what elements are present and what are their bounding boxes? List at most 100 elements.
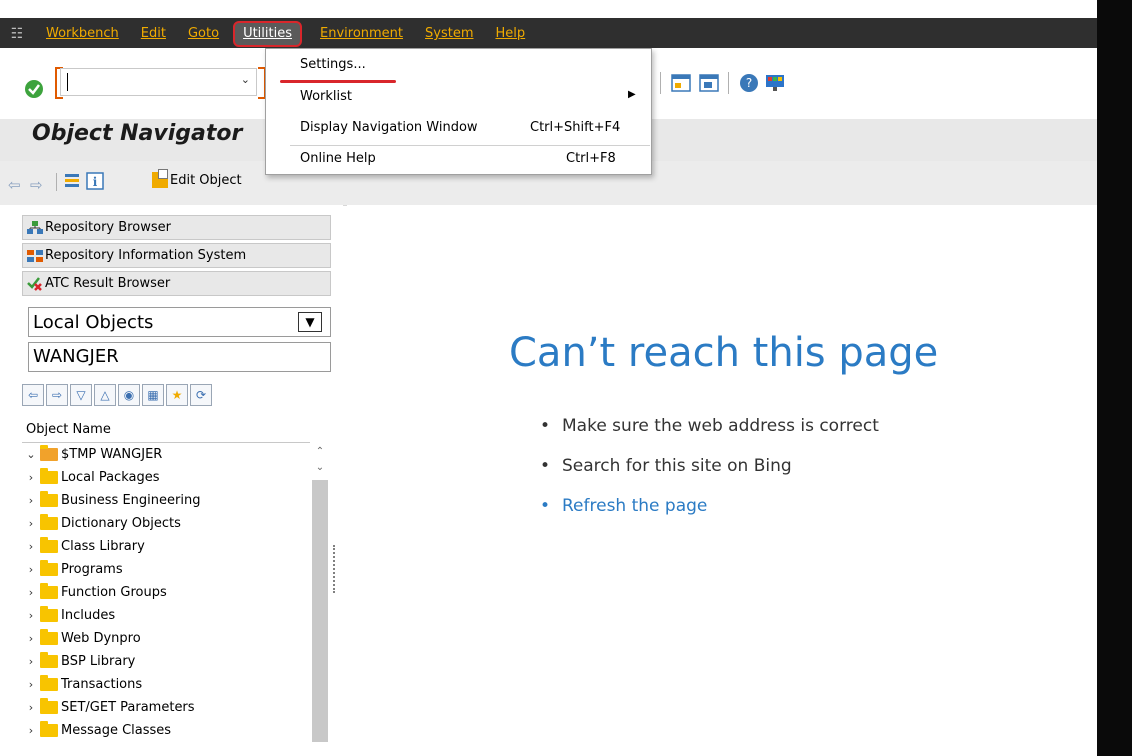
folder-icon — [40, 537, 58, 553]
tree-node-label: Class Library — [61, 539, 145, 554]
toolbar-separator — [660, 72, 661, 94]
shortcut-icon[interactable] — [698, 72, 720, 94]
chevron-right-icon[interactable]: › — [22, 540, 40, 553]
menu-item-online-help[interactable]: Online Help — [300, 151, 376, 166]
menu-item-settings[interactable]: Settings... — [300, 57, 366, 72]
tree-root[interactable]: ⌄ $TMP WANGJER — [22, 443, 312, 466]
toolbar-separator — [56, 173, 57, 191]
folder-icon — [40, 468, 58, 484]
tree-column-header: Object Name — [22, 418, 310, 443]
refresh-link-text[interactable]: Refresh the page — [562, 496, 707, 516]
menu-workbench[interactable]: Workbench — [34, 20, 129, 48]
menu-environment[interactable]: Environment — [308, 20, 413, 48]
tree-node[interactable]: › Business Engineering — [22, 489, 312, 512]
folder-icon — [40, 675, 58, 691]
tab-repository-information-system[interactable]: Repository Information System — [22, 243, 331, 268]
object-type-value: Local Objects — [33, 311, 154, 333]
menu-help[interactable]: Help — [484, 20, 536, 48]
shortcut-text: Ctrl+F8 — [566, 151, 616, 166]
bullet-icon: • — [540, 456, 551, 476]
tree-scrollbar[interactable]: ⌃ ⌄ — [312, 446, 328, 742]
chevron-down-icon[interactable]: ⌄ — [22, 448, 40, 461]
menu-system[interactable]: System — [413, 20, 483, 48]
favorites-star-icon[interactable]: ★ — [166, 384, 188, 406]
chevron-right-icon[interactable]: › — [22, 655, 40, 668]
pane-splitter[interactable] — [333, 545, 339, 593]
tab-atc-result-browser[interactable]: ATC Result Browser — [22, 271, 331, 296]
tree-node[interactable]: › Transactions — [22, 673, 312, 696]
chevron-right-icon[interactable]: › — [22, 724, 40, 737]
forward-arrow-icon[interactable]: ⇨ — [46, 384, 68, 406]
tree-node[interactable]: › Class Library — [22, 535, 312, 558]
window-edge — [1097, 0, 1132, 756]
shortcut-text: Ctrl+Shift+F4 — [530, 120, 621, 135]
chevron-right-icon[interactable]: › — [22, 609, 40, 622]
expand-icon[interactable]: ▽ — [70, 384, 92, 406]
ok-check-icon[interactable] — [24, 79, 44, 99]
error-bullet: • Make sure the web address is correct — [540, 416, 879, 436]
command-field[interactable]: ⌄ — [60, 68, 257, 96]
find-binoculars-icon[interactable]: ◉ — [118, 384, 140, 406]
chevron-right-icon[interactable]: › — [22, 517, 40, 530]
menu-goto[interactable]: Goto — [176, 20, 229, 48]
help-icon[interactable]: ? — [738, 72, 760, 94]
chevron-right-icon[interactable]: › — [22, 563, 40, 576]
page-title: Object Navigator — [32, 121, 243, 146]
menu-utilities[interactable]: Utilities — [233, 21, 302, 47]
tree-node-label: Transactions — [61, 677, 143, 692]
tree-node[interactable]: › Web Dynpro — [22, 627, 312, 650]
tree-node-label: SET/GET Parameters — [61, 700, 195, 715]
back-arrow-icon[interactable]: ⇦ — [8, 176, 21, 194]
bullet-icon: • — [540, 416, 551, 436]
back-arrow-icon[interactable]: ⇦ — [22, 384, 44, 406]
collapse-icon[interactable]: △ — [94, 384, 116, 406]
tree-node[interactable]: › SET/GET Parameters — [22, 696, 312, 719]
chevron-right-icon[interactable]: › — [22, 494, 40, 507]
folder-icon — [40, 629, 58, 645]
text-caret — [67, 73, 68, 91]
tree-node-label: Includes — [61, 608, 116, 623]
tab-label: Repository Information System — [45, 248, 247, 263]
tree-node[interactable]: › Dictionary Objects — [22, 512, 312, 535]
new-session-icon[interactable] — [670, 72, 692, 94]
submenu-arrow-icon: ▶ — [628, 89, 636, 100]
hierarchy-icon[interactable] — [63, 172, 81, 190]
chevron-right-icon[interactable]: › — [22, 632, 40, 645]
folder-icon — [40, 514, 58, 530]
edit-object-button[interactable]: Edit Object — [152, 169, 242, 188]
scroll-up-icon[interactable]: ⌃ — [312, 446, 328, 460]
menu-row: ☷ Workbench Edit Goto Utilities Environm… — [0, 20, 1097, 48]
browser-content-pane — [347, 205, 1097, 756]
tree-node[interactable]: › Includes — [22, 604, 312, 627]
menu-edit[interactable]: Edit — [129, 20, 176, 48]
chevron-right-icon[interactable]: › — [22, 471, 40, 484]
scroll-down-icon[interactable]: ⌄ — [312, 462, 328, 476]
chevron-right-icon[interactable]: › — [22, 678, 40, 691]
navigation-iconbar: ⇦ ⇨ ▽ △ ◉ ▦ ★ ⟳ — [22, 380, 331, 410]
menu-item-worklist[interactable]: Worklist — [300, 89, 352, 104]
layout-icon[interactable] — [764, 72, 786, 94]
object-name-input[interactable]: WANGJER — [28, 342, 331, 372]
top-strip — [0, 0, 1097, 18]
chevron-right-icon[interactable]: › — [22, 586, 40, 599]
tree-node[interactable]: › Function Groups — [22, 581, 312, 604]
tab-repository-browser[interactable]: Repository Browser — [22, 215, 331, 240]
chevron-right-icon[interactable]: › — [22, 701, 40, 714]
menu-item-display-navigation-window[interactable]: Display Navigation Window — [300, 120, 478, 135]
forward-arrow-icon[interactable]: ⇨ — [30, 176, 43, 194]
dropdown-arrow-icon[interactable]: ⌄ — [241, 73, 250, 86]
refresh-link[interactable]: • Refresh the page — [540, 496, 707, 516]
object-type-select[interactable]: Local Objects ▼ — [28, 307, 331, 337]
bullet-icon: • — [540, 496, 551, 516]
sap-menu-icon[interactable]: ☷ — [0, 20, 34, 48]
info-icon[interactable]: i — [86, 172, 104, 190]
refresh-icon[interactable]: ⟳ — [190, 384, 212, 406]
tree-node[interactable]: › Message Classes — [22, 719, 312, 742]
tree-node-label: Programs — [61, 562, 123, 577]
tree-node[interactable]: › Programs — [22, 558, 312, 581]
scroll-thumb[interactable] — [312, 480, 328, 742]
tree-node[interactable]: › BSP Library — [22, 650, 312, 673]
chevron-down-icon[interactable]: ▼ — [298, 312, 322, 332]
tree-node[interactable]: › Local Packages — [22, 466, 312, 489]
hierarchy-icon[interactable]: ▦ — [142, 384, 164, 406]
